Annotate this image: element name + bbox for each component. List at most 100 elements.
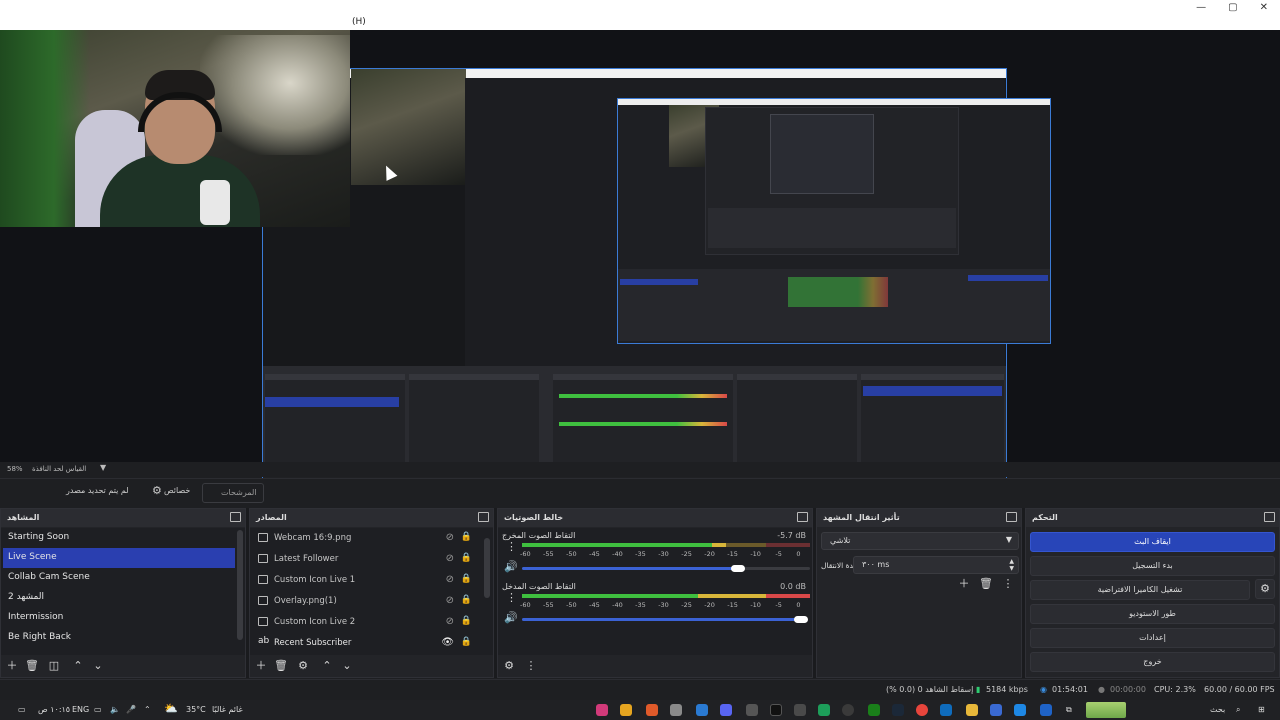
properties-button[interactable]: خصائص	[164, 486, 190, 495]
studio-mode-button[interactable]: طور الاستوديو	[1030, 604, 1275, 624]
outlook-icon[interactable]	[940, 704, 952, 716]
app-icon[interactable]	[596, 704, 608, 716]
eye-hidden-icon[interactable]: ⊘	[446, 616, 454, 627]
source-item[interactable]: Custom Icon Live 1 ⊘ 🔒	[254, 570, 484, 591]
app-icon[interactable]	[670, 704, 682, 716]
transition-menu-icon[interactable]: ⋮	[1001, 577, 1015, 591]
app-icon[interactable]	[990, 704, 1002, 716]
start-recording-button[interactable]: بدء التسجيل	[1030, 556, 1275, 576]
move-up-button[interactable]: ⌃	[71, 659, 85, 673]
lock-icon[interactable]: 🔒	[461, 553, 472, 563]
tiktok-icon[interactable]	[770, 704, 782, 716]
scene-item[interactable]: Intermission	[3, 608, 235, 628]
windows-icon[interactable]: ⊞	[1258, 705, 1265, 714]
app-icon[interactable]	[818, 704, 830, 716]
undock-icon[interactable]	[1006, 512, 1017, 522]
undock-icon[interactable]	[1264, 512, 1275, 522]
virtual-camera-button[interactable]: تشغيل الكاميرا الافتراضية	[1030, 580, 1250, 600]
eye-hidden-icon[interactable]: ⊘	[446, 532, 454, 543]
scene-item[interactable]: Collab Cam Scene	[3, 568, 235, 588]
volume-knob[interactable]	[731, 565, 745, 572]
scenes-scrollbar[interactable]	[237, 530, 243, 640]
channel-menu-icon[interactable]: ⋮	[506, 591, 517, 604]
search-highlight-icon[interactable]	[1086, 702, 1126, 718]
discord-icon[interactable]	[720, 704, 732, 716]
add-scene-button[interactable]: ＋	[5, 659, 19, 673]
eye-hidden-icon[interactable]: ⊘	[446, 595, 454, 606]
chevron-down-icon[interactable]: ▼	[100, 463, 106, 472]
scene-item-active[interactable]: Live Scene	[3, 548, 235, 568]
app-icon[interactable]	[696, 704, 708, 716]
lock-icon[interactable]: 🔒	[461, 616, 472, 626]
undock-icon[interactable]	[478, 512, 489, 522]
volume-knob[interactable]	[794, 616, 808, 623]
transition-select[interactable]: تلاشي ▼	[821, 532, 1019, 550]
preview-canvas[interactable]	[0, 30, 1280, 488]
store-icon[interactable]	[1040, 704, 1052, 716]
source-item[interactable]: Latest Follower ⊘ 🔒	[254, 549, 484, 570]
speaker-icon[interactable]: 🔊	[504, 611, 518, 624]
speaker-icon[interactable]: 🔊	[504, 560, 518, 573]
sources-scrollbar[interactable]	[484, 538, 490, 598]
edge-icon[interactable]	[1014, 704, 1026, 716]
eye-icon[interactable]: 👁	[441, 637, 454, 648]
move-up-button[interactable]: ⌃	[320, 659, 334, 673]
scene-filters-button[interactable]: ◫	[47, 659, 61, 673]
steam-icon[interactable]	[892, 704, 904, 716]
gear-icon[interactable]: ⚙	[1255, 579, 1275, 599]
maximize-button[interactable]: ▢	[1228, 2, 1237, 13]
eye-hidden-icon[interactable]: ⊘	[446, 574, 454, 585]
advanced-audio-icon[interactable]: ⚙	[502, 659, 516, 673]
language-indicator[interactable]: ENG	[72, 705, 89, 714]
help-menu[interactable]: (H)	[352, 17, 366, 27]
search-box[interactable]: بحث	[1210, 705, 1225, 714]
app-icon[interactable]	[794, 704, 806, 716]
remove-transition-button[interactable]: 🗑	[979, 577, 993, 591]
move-down-button[interactable]: ⌄	[91, 659, 105, 673]
add-transition-button[interactable]: ＋	[957, 577, 971, 591]
source-item[interactable]: ab Recent Subscriber 👁 🔒	[254, 633, 484, 654]
undock-icon[interactable]	[797, 512, 808, 522]
eye-hidden-icon[interactable]: ⊘	[446, 553, 454, 564]
undock-icon[interactable]	[230, 512, 241, 522]
zoom-select[interactable]: القياس لحد النافذة	[32, 465, 86, 473]
stop-stream-button[interactable]: ايقاف البث	[1030, 532, 1275, 552]
spinner-icon[interactable]: ▲ ▼	[1009, 558, 1014, 572]
duration-input[interactable]: ٣٠٠ ms ▲ ▼	[853, 556, 1019, 574]
chevron-up-icon[interactable]: ⌃	[144, 705, 151, 714]
app-icon[interactable]	[646, 704, 658, 716]
lock-icon[interactable]: 🔒	[461, 532, 472, 542]
source-properties-button[interactable]: ⚙	[296, 659, 310, 673]
remove-source-button[interactable]: 🗑	[274, 659, 288, 673]
app-icon[interactable]	[746, 704, 758, 716]
source-item[interactable]: Custom Icon Live 2 ⊘ 🔒	[254, 612, 484, 633]
task-view-icon[interactable]: ⧉	[1066, 705, 1072, 715]
source-item[interactable]: Overlay.png(1) ⊘ 🔒	[254, 591, 484, 612]
app-icon[interactable]	[620, 704, 632, 716]
volume-slider[interactable]	[522, 618, 802, 621]
close-button[interactable]: ✕	[1260, 2, 1268, 13]
volume-slider[interactable]	[522, 567, 738, 570]
clock[interactable]: ١٠:١٥ ص	[38, 705, 70, 714]
settings-button[interactable]: إعدادات	[1030, 628, 1275, 648]
microphone-icon[interactable]: 🎤	[126, 705, 136, 714]
obs-icon[interactable]	[842, 704, 854, 716]
xbox-icon[interactable]	[868, 704, 880, 716]
add-source-button[interactable]: ＋	[254, 659, 268, 673]
mixer-menu-icon[interactable]: ⋮	[524, 659, 538, 673]
minimize-button[interactable]: —	[1196, 2, 1206, 13]
remove-scene-button[interactable]: 🗑	[25, 659, 39, 673]
volume-icon[interactable]: 🔈	[110, 705, 120, 714]
scene-item[interactable]: المشهد 2	[3, 588, 235, 608]
filters-button[interactable]: المرشحات	[202, 483, 264, 503]
search-icon[interactable]: ⌕	[1236, 705, 1240, 715]
explorer-icon[interactable]	[966, 704, 978, 716]
chrome-icon[interactable]	[916, 704, 928, 716]
channel-menu-icon[interactable]: ⋮	[506, 540, 517, 553]
scene-item[interactable]: Starting Soon	[3, 528, 235, 548]
notification-icon[interactable]: ▭	[18, 705, 26, 714]
source-item[interactable]: Webcam 16:9.png ⊘ 🔒	[254, 528, 484, 549]
move-down-button[interactable]: ⌄	[340, 659, 354, 673]
scene-item[interactable]: Be Right Back	[3, 628, 235, 648]
lock-icon[interactable]: 🔒	[461, 637, 472, 647]
